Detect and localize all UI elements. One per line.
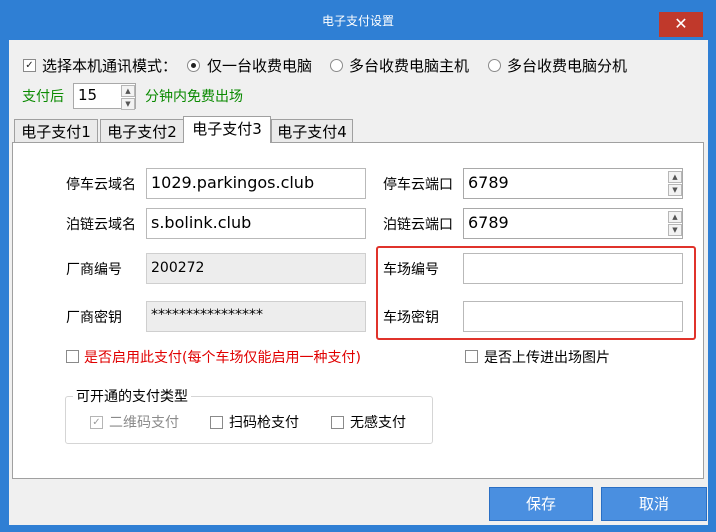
window-title: 电子支付设置 <box>321 14 394 28</box>
mode-radio-multi-client[interactable] <box>488 59 501 72</box>
mode-radio-multi-host[interactable] <box>330 59 343 72</box>
payment-suffix: 分钟内免费出场 <box>145 89 243 105</box>
title-bar: 电子支付设置 ✕ <box>0 0 716 40</box>
pay-types-title: 可开通的支付类型 <box>73 386 191 406</box>
enable-payment-label: 是否启用此支付(每个车场仅能启用一种支付) <box>84 350 361 366</box>
stepper-down-icon[interactable]: ▼ <box>121 98 135 110</box>
vendor-key-label: 厂商密钥 <box>66 310 122 326</box>
stepper-down-icon[interactable]: ▼ <box>668 224 682 236</box>
save-button[interactable]: 保存 <box>489 487 593 521</box>
bolink-domain-label: 泊链云域名 <box>66 217 136 233</box>
bolink-port-value: 6789 <box>468 213 509 232</box>
close-button[interactable]: ✕ <box>659 12 703 37</box>
stepper-up-icon[interactable]: ▲ <box>121 85 135 97</box>
cloud-domain-value: 1029.parkingos.club <box>151 173 315 192</box>
enable-payment-checkbox[interactable] <box>66 350 79 363</box>
mode-option-single-label: 仅一台收费电脑 <box>207 57 313 75</box>
contactless-pay-label: 无感支付 <box>350 415 406 431</box>
contactless-pay-checkbox[interactable] <box>331 416 344 429</box>
vendor-id-label: 厂商编号 <box>66 262 122 278</box>
payment-prefix: 支付后 <box>22 89 64 105</box>
tab-payment-1[interactable]: 电子支付1 <box>14 119 98 143</box>
cloud-port-label: 停车云端口 <box>383 177 453 193</box>
scanner-pay-checkbox[interactable] <box>210 416 223 429</box>
vendor-id-value: 200272 <box>151 260 205 276</box>
scanner-pay-label: 扫码枪支付 <box>229 415 299 431</box>
qrcode-pay-checkbox: ✓ <box>90 416 103 429</box>
upload-images-label: 是否上传进出场图片 <box>484 350 610 366</box>
cancel-button[interactable]: 取消 <box>601 487 707 521</box>
minutes-value: 15 <box>78 86 98 104</box>
tab-payment-4[interactable]: 电子支付4 <box>271 119 353 143</box>
mode-option-multi-client-label: 多台收费电脑分机 <box>507 57 628 75</box>
stepper-up-icon[interactable]: ▲ <box>668 171 682 183</box>
bolink-domain-input[interactable]: s.bolink.club <box>146 208 366 239</box>
stepper-up-icon[interactable]: ▲ <box>668 211 682 223</box>
vendor-key-value: **************** <box>151 307 263 323</box>
qrcode-pay-label: 二维码支付 <box>109 415 179 431</box>
tab-payment-2[interactable]: 电子支付2 <box>100 119 184 143</box>
mode-checkbox[interactable]: ✓ <box>23 59 36 72</box>
cloud-port-stepper[interactable]: 6789 ▲ ▼ <box>463 168 683 199</box>
vendor-id-input: 200272 <box>146 253 366 284</box>
cloud-domain-label: 停车云域名 <box>66 177 136 193</box>
highlight-box <box>376 246 696 340</box>
tab-payment-3[interactable]: 电子支付3 <box>183 116 271 143</box>
cloud-port-value: 6789 <box>468 173 509 192</box>
stepper-down-icon[interactable]: ▼ <box>668 184 682 196</box>
bolink-port-label: 泊链云端口 <box>383 217 453 233</box>
bolink-domain-value: s.bolink.club <box>151 213 252 232</box>
mode-radio-single[interactable] <box>187 59 200 72</box>
minutes-stepper[interactable]: 15 ▲ ▼ <box>73 83 136 110</box>
bolink-port-stepper[interactable]: 6789 ▲ ▼ <box>463 208 683 239</box>
mode-option-multi-host-label: 多台收费电脑主机 <box>349 57 470 75</box>
vendor-key-input: **************** <box>146 301 366 332</box>
upload-images-checkbox[interactable] <box>465 350 478 363</box>
mode-label: 选择本机通讯模式： <box>42 57 178 75</box>
cloud-domain-input[interactable]: 1029.parkingos.club <box>146 168 366 199</box>
